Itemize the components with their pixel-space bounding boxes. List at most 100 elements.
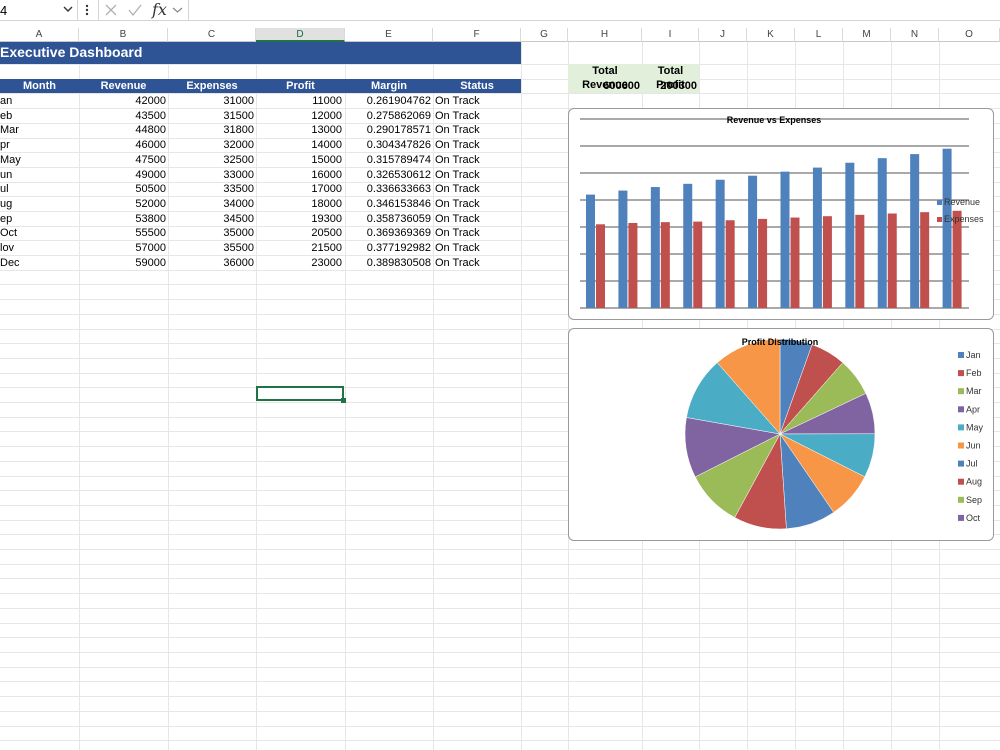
- column-header-c[interactable]: C: [168, 28, 256, 42]
- column-header-i[interactable]: I: [642, 28, 699, 42]
- cell-revenue[interactable]: 59000: [79, 256, 166, 270]
- cell-expenses[interactable]: 31000: [168, 94, 254, 108]
- bar-expenses-jan[interactable]: [596, 224, 605, 308]
- cell-expenses[interactable]: 35000: [168, 226, 254, 240]
- cell-margin[interactable]: 0.261904762: [345, 94, 431, 108]
- bar-revenue-jun[interactable]: [748, 175, 758, 308]
- cell-month[interactable]: Oct: [0, 226, 78, 240]
- cell-expenses[interactable]: 34000: [168, 197, 254, 211]
- revenue-expenses-chart[interactable]: Revenue vs Expenses Revenue Expenses: [568, 108, 994, 320]
- cell-revenue[interactable]: 44800: [79, 123, 166, 137]
- profit-distribution-chart[interactable]: Profit Distribution Jan Feb Mar Apr May Jun Jul…: [568, 328, 994, 541]
- cell-revenue[interactable]: 42000: [79, 94, 166, 108]
- bar-expenses-mar[interactable]: [660, 222, 670, 308]
- bar-revenue-mar[interactable]: [650, 187, 660, 308]
- cell-status[interactable]: On Track: [435, 109, 521, 123]
- column-header-f[interactable]: F: [433, 28, 521, 42]
- bar-expenses-jul[interactable]: [790, 217, 800, 308]
- bar-revenue-apr[interactable]: [683, 183, 693, 308]
- cell-status[interactable]: On Track: [435, 226, 521, 240]
- cell-profit[interactable]: 19300: [256, 212, 342, 226]
- column-header-l[interactable]: L: [795, 28, 843, 42]
- cell-status[interactable]: On Track: [435, 212, 521, 226]
- cell-expenses[interactable]: 32000: [168, 138, 254, 152]
- cell-profit[interactable]: 23000: [256, 256, 342, 270]
- cell-status[interactable]: On Track: [435, 138, 521, 152]
- cell-status[interactable]: On Track: [435, 256, 521, 270]
- cell-margin[interactable]: 0.315789474: [345, 153, 431, 167]
- cell-revenue[interactable]: 55500: [79, 226, 166, 240]
- bar-expenses-aug[interactable]: [822, 216, 832, 308]
- cell-margin[interactable]: 0.346153846: [345, 197, 431, 211]
- column-header-e[interactable]: E: [345, 28, 433, 42]
- cell-margin[interactable]: 0.290178571: [345, 123, 431, 137]
- cell-month[interactable]: ug: [0, 197, 78, 211]
- total-revenue-value[interactable]: 600600: [568, 79, 640, 93]
- column-header-m[interactable]: M: [843, 28, 891, 42]
- cell-revenue[interactable]: 49000: [79, 168, 166, 182]
- cell-profit[interactable]: 16000: [256, 168, 342, 182]
- cell-status[interactable]: On Track: [435, 197, 521, 211]
- bar-expenses-may[interactable]: [725, 220, 735, 308]
- cell-expenses[interactable]: 34500: [168, 212, 254, 226]
- name-box[interactable]: 4: [0, 0, 78, 20]
- bar-expenses-feb[interactable]: [628, 222, 638, 308]
- cell-expenses[interactable]: 32500: [168, 153, 254, 167]
- cell-month[interactable]: ul: [0, 182, 78, 196]
- cell-profit[interactable]: 14000: [256, 138, 342, 152]
- bar-revenue-jan[interactable]: [586, 194, 595, 308]
- total-profit-value[interactable]: 200300: [642, 79, 697, 93]
- column-header-j[interactable]: J: [699, 28, 747, 42]
- cell-profit[interactable]: 11000: [256, 94, 342, 108]
- cell-status[interactable]: On Track: [435, 123, 521, 137]
- cell-status[interactable]: On Track: [435, 168, 521, 182]
- cell-margin[interactable]: 0.304347826: [345, 138, 431, 152]
- column-header-k[interactable]: K: [747, 28, 795, 42]
- cell-revenue[interactable]: 46000: [79, 138, 166, 152]
- more-options-icon[interactable]: [84, 2, 90, 18]
- cell-month[interactable]: Mar: [0, 123, 78, 137]
- cell-month[interactable]: May: [0, 153, 78, 167]
- formula-expand-icon[interactable]: [172, 2, 183, 18]
- cell-profit[interactable]: 17000: [256, 182, 342, 196]
- bar-revenue-sep[interactable]: [845, 162, 855, 308]
- fill-handle[interactable]: [341, 398, 346, 403]
- cell-revenue[interactable]: 47500: [79, 153, 166, 167]
- cell-status[interactable]: On Track: [435, 94, 521, 108]
- bar-expenses-sep[interactable]: [855, 214, 865, 308]
- bar-revenue-oct[interactable]: [877, 158, 887, 308]
- cell-revenue[interactable]: 52000: [79, 197, 166, 211]
- cell-expenses[interactable]: 33000: [168, 168, 254, 182]
- bar-revenue-dec[interactable]: [942, 148, 952, 308]
- column-header-o[interactable]: O: [939, 28, 1000, 42]
- bar-expenses-apr[interactable]: [693, 221, 703, 308]
- bar-revenue-may[interactable]: [715, 179, 725, 308]
- cell-month[interactable]: Dec: [0, 256, 78, 270]
- column-header-b[interactable]: B: [79, 28, 168, 42]
- bar-revenue-jul[interactable]: [780, 171, 790, 308]
- bar-expenses-nov[interactable]: [920, 212, 930, 308]
- cell-status[interactable]: On Track: [435, 153, 521, 167]
- cell-profit[interactable]: 15000: [256, 153, 342, 167]
- cell-month[interactable]: pr: [0, 138, 78, 152]
- cell-expenses[interactable]: 35500: [168, 241, 254, 255]
- cell-profit[interactable]: 13000: [256, 123, 342, 137]
- active-cell[interactable]: [256, 386, 344, 401]
- column-header-n[interactable]: N: [891, 28, 939, 42]
- cell-revenue[interactable]: 43500: [79, 109, 166, 123]
- cell-profit[interactable]: 20500: [256, 226, 342, 240]
- cell-margin[interactable]: 0.389830508: [345, 256, 431, 270]
- cancel-icon[interactable]: [104, 2, 118, 18]
- cell-status[interactable]: On Track: [435, 182, 521, 196]
- cell-expenses[interactable]: 31800: [168, 123, 254, 137]
- bar-revenue-nov[interactable]: [910, 154, 920, 308]
- cell-revenue[interactable]: 50500: [79, 182, 166, 196]
- cell-margin[interactable]: 0.377192982: [345, 241, 431, 255]
- cell-revenue[interactable]: 57000: [79, 241, 166, 255]
- bar-expenses-oct[interactable]: [887, 213, 897, 309]
- bar-expenses-dec[interactable]: [952, 210, 962, 308]
- insert-function-button[interactable]: fx: [152, 0, 167, 19]
- cell-expenses[interactable]: 33500: [168, 182, 254, 196]
- cell-profit[interactable]: 12000: [256, 109, 342, 123]
- bar-revenue-aug[interactable]: [812, 167, 822, 308]
